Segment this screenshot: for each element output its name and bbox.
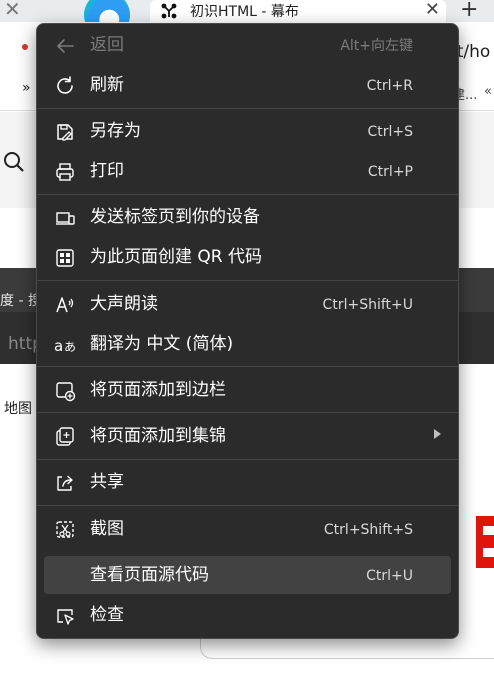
menu-item-shortcut: Ctrl+Shift+U [322, 297, 413, 313]
new-tab-button[interactable]: + [460, 0, 478, 22]
map-link[interactable]: 地图 [4, 398, 32, 418]
menu-item-label: 为此页面创建 QR 代码 [90, 247, 263, 267]
qr-code-icon [54, 247, 76, 269]
menu-item-view-source[interactable]: 查看页面源代码 Ctrl+U [44, 556, 451, 594]
menu-item-shortcut: Alt+向左键 [340, 38, 413, 54]
add-to-collections-icon [54, 426, 76, 448]
menu-item-back[interactable]: 返回 Alt+向左键 [44, 26, 451, 64]
menu-separator [37, 412, 458, 413]
back-arrow-icon [54, 35, 76, 57]
read-aloud-icon [54, 294, 76, 316]
menu-separator [37, 108, 458, 109]
print-icon [54, 161, 76, 183]
bookmarks-overflow-left[interactable]: » [22, 80, 31, 96]
menu-item-read-aloud[interactable]: 大声朗读 Ctrl+Shift+U [44, 285, 451, 323]
menu-item-screenshot[interactable]: 截图 Ctrl+Shift+S [44, 510, 451, 548]
svg-text:あ: あ [64, 340, 76, 354]
screenshot-icon [54, 519, 76, 541]
menu-item-save-as[interactable]: 另存为 Ctrl+S [44, 112, 451, 150]
menu-item-shortcut: Ctrl+U [366, 568, 413, 584]
menu-item-label: 打印 [90, 161, 124, 181]
menu-item-share[interactable]: 共享 [44, 463, 451, 501]
menu-item-inspect[interactable]: 检查 [44, 596, 451, 634]
bookmarks-overflow-right[interactable]: « [484, 84, 492, 99]
menu-separator [37, 280, 458, 281]
send-to-device-icon [54, 207, 76, 229]
menu-separator [37, 459, 458, 460]
menu-item-shortcut: Ctrl+Shift+S [323, 522, 413, 538]
menu-item-label: 将页面添加到边栏 [90, 380, 226, 400]
menu-item-refresh[interactable]: 刷新 Ctrl+R [44, 66, 451, 104]
menu-item-label: 发送标签页到你的设备 [90, 207, 260, 227]
browser-tab[interactable]: 初识HTML - 幕布 ✕ [150, 0, 446, 22]
menu-item-label: 大声朗读 [90, 294, 158, 314]
submenu-arrow-icon [434, 429, 441, 439]
tab-title: 初识HTML - 幕布 [190, 4, 299, 20]
menu-item-label: 返回 [90, 35, 124, 55]
refresh-icon [54, 75, 76, 97]
menu-item-label: 刷新 [90, 75, 124, 95]
menu-item-shortcut: Ctrl+P [367, 164, 413, 180]
browser-tab-strip: ✕ 初识HTML - 幕布 ✕ + [0, 0, 494, 28]
red-logo-fragment [476, 516, 494, 568]
translate-icon: aあ [54, 334, 76, 356]
context-menu: 返回 Alt+向左键 刷新 Ctrl+R 另存为 Ctrl+S 打印 Ctrl+… [36, 23, 459, 639]
menu-item-label: 翻译为 中文 (简体) [90, 334, 234, 354]
menu-item-label: 另存为 [90, 121, 141, 141]
menu-item-qr-code[interactable]: 为此页面创建 QR 代码 [44, 238, 451, 276]
add-to-sidebar-icon [54, 380, 76, 402]
menu-item-shortcut: Ctrl+R [366, 78, 413, 94]
tab-close-icon[interactable]: ✕ [425, 0, 440, 20]
search-icon[interactable] [2, 150, 26, 174]
save-as-icon [54, 121, 76, 143]
menu-separator [37, 366, 458, 367]
menu-item-add-to-collections[interactable]: 将页面添加到集锦 [44, 417, 451, 455]
menu-item-label: 查看页面源代码 [90, 565, 209, 585]
svg-text:a: a [54, 337, 63, 355]
menu-item-print[interactable]: 打印 Ctrl+P [44, 152, 451, 190]
inspect-icon [54, 605, 76, 627]
share-icon [54, 472, 76, 494]
notification-dot [22, 44, 28, 50]
menu-item-send-tab[interactable]: 发送标签页到你的设备 [44, 198, 451, 236]
menu-separator [37, 505, 458, 506]
menu-item-label: 检查 [90, 605, 124, 625]
menu-item-label: 共享 [90, 472, 124, 492]
menu-separator [37, 194, 458, 195]
menu-item-label: 截图 [90, 519, 124, 539]
previous-tab-close-icon[interactable]: ✕ [4, 0, 21, 21]
menu-item-shortcut: Ctrl+S [367, 124, 413, 140]
menu-item-add-to-sidebar[interactable]: 将页面添加到边栏 [44, 371, 451, 409]
menu-item-translate[interactable]: aあ 翻译为 中文 (简体) [44, 325, 451, 363]
menu-item-label: 将页面添加到集锦 [90, 426, 226, 446]
mubu-logo-icon [161, 3, 177, 19]
